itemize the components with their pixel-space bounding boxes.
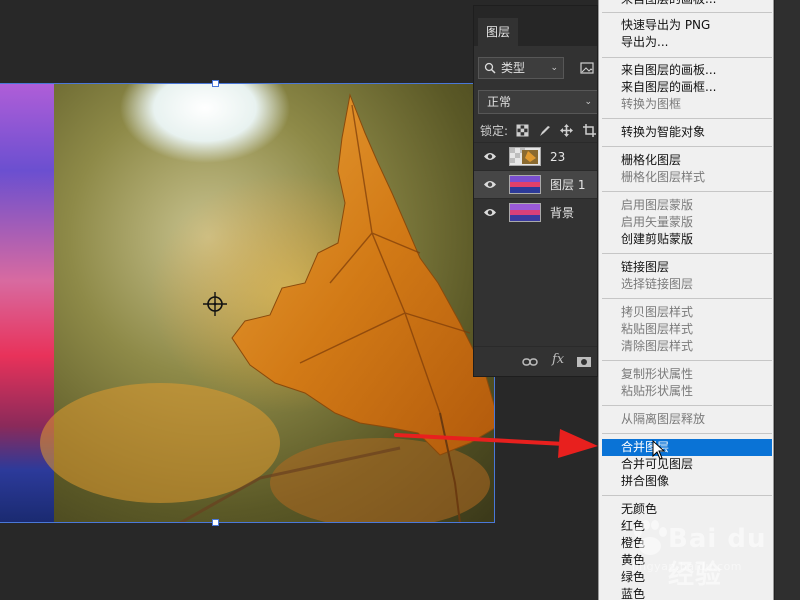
menu-item-enable-vector-mask: 启用矢量蒙版: [621, 215, 694, 229]
menu-separator: [602, 118, 772, 119]
search-icon: [484, 62, 496, 74]
layers-panel: 图层 类型 ⌄ 正常 ⌄ 锁定: 23 图层 1 背景 fx: [473, 5, 598, 377]
menu-item-link-layers[interactable]: 链接图层: [602, 259, 772, 276]
menu-item-paste-layer-style: 粘贴图层样式: [621, 322, 694, 336]
lock-label: 锁定:: [480, 124, 509, 138]
transform-handle-top[interactable]: [212, 80, 219, 87]
panel-header: 图层: [474, 6, 597, 46]
layer-filter-row: 类型 ⌄: [478, 57, 596, 81]
menu-item-merge-visible[interactable]: 合并可见图层: [602, 456, 772, 473]
crosshair-icon: [203, 292, 227, 316]
layer-name[interactable]: 23: [550, 143, 565, 171]
menu-item-frame-from-layers[interactable]: 来自图层的画框...: [602, 79, 772, 96]
lock-row: 锁定:: [480, 120, 597, 142]
fx-icon[interactable]: fx: [552, 352, 564, 367]
menu-item-create-clipping-mask[interactable]: 创建剪贴蒙版: [602, 231, 772, 248]
lock-position-move-icon[interactable]: [560, 124, 573, 137]
layer-row-layer-1[interactable]: 图层 1: [474, 170, 597, 199]
blend-mode-value: 正常: [487, 95, 512, 109]
menu-item-rasterize-layer-style: 栅格化图层样式: [621, 170, 706, 184]
menu-item-quick-export-png[interactable]: 快速导出为 PNG: [602, 17, 772, 34]
selection-bottom-edge: [0, 522, 495, 523]
chevron-down-icon: ⌄: [550, 63, 558, 73]
layer-thumbnail: [509, 147, 541, 166]
eye-icon[interactable]: [483, 151, 497, 162]
lock-pixels-brush-icon[interactable]: [538, 124, 551, 137]
layer-filter-select[interactable]: 类型 ⌄: [478, 57, 564, 79]
menu-item-copy-layer-style: 拷贝图层样式: [621, 305, 694, 319]
layer-name[interactable]: 背景: [550, 199, 574, 227]
tab-layers[interactable]: 图层: [478, 18, 518, 46]
link-icon[interactable]: [522, 355, 538, 369]
watermark-text: Bai du 经验: [668, 524, 767, 590]
menu-item-rasterize-layer[interactable]: 栅格化图层: [602, 152, 772, 169]
annotation-arrow-icon: [394, 429, 598, 458]
transform-handle-bottom[interactable]: [212, 519, 219, 526]
selection-top-edge: [0, 83, 495, 84]
lock-artboard-crop-icon[interactable]: [583, 124, 596, 137]
chevron-down-icon: ⌄: [584, 97, 592, 107]
menu-separator: [602, 298, 772, 299]
layer-row-23[interactable]: 23: [474, 142, 597, 171]
watermark-url: jingyan.baidu.com: [632, 560, 743, 573]
menu-item-release-from-isolation: 从隔离图层释放: [621, 412, 706, 426]
layer-filter-value: 类型: [501, 61, 526, 75]
menu-item-select-linked-layers: 选择链接图层: [621, 277, 694, 291]
menu-item-convert-to-smart-object[interactable]: 转换为智能对象: [602, 124, 772, 141]
menu-separator: [602, 495, 772, 496]
menu-item-copy-shape-attributes: 复制形状属性: [621, 367, 694, 381]
layers-panel-footer: fx: [474, 346, 597, 376]
eye-icon[interactable]: [483, 179, 497, 190]
menu-item-convert-to-frame: 转换为图框: [621, 97, 682, 111]
blend-mode-select[interactable]: 正常 ⌄: [478, 90, 597, 114]
eye-icon[interactable]: [483, 207, 497, 218]
menu-item-paste-shape-attributes: 粘贴形状属性: [621, 384, 694, 398]
menu-item-artboard-from-layers[interactable]: 来自图层的画板...: [602, 62, 772, 79]
layer-thumbnail: [509, 175, 541, 194]
menu-separator: [602, 360, 772, 361]
menu-separator: [602, 405, 772, 406]
menu-item-merge-layers[interactable]: 合并图层: [602, 439, 772, 456]
menu-item-artboard-from-layers-top[interactable]: 来自图层的画板...: [602, 0, 772, 8]
menu-separator: [602, 12, 772, 13]
menu-item-enable-layer-mask: 启用图层蒙版: [621, 198, 694, 212]
image-filter-icon[interactable]: [580, 62, 594, 74]
menu-separator: [602, 253, 772, 254]
mask-icon[interactable]: [576, 355, 592, 369]
menu-separator: [602, 57, 772, 58]
layer-row-background[interactable]: 背景: [474, 198, 597, 227]
paw-logo-icon: [634, 520, 667, 555]
baidu-watermark: Bai du 经验 jingyan.baidu.com: [630, 510, 780, 590]
menu-separator: [602, 146, 772, 147]
photoshop-window: 图层 类型 ⌄ 正常 ⌄ 锁定: 23 图层 1 背景 fx 快速导出为 PNG…: [0, 0, 800, 600]
mouse-pointer-icon: [652, 440, 666, 460]
menu-item-clear-layer-style: 清除图层样式: [621, 339, 694, 353]
layer-thumbnail: [509, 203, 541, 222]
menu-separator: [602, 433, 772, 434]
menu-separator: [602, 191, 772, 192]
layer-name[interactable]: 图层 1: [550, 171, 585, 199]
lock-transparency-icon[interactable]: [516, 124, 529, 137]
menu-item-export-as[interactable]: 导出为...: [602, 34, 772, 51]
menu-item-flatten-image[interactable]: 拼合图像: [602, 473, 772, 490]
